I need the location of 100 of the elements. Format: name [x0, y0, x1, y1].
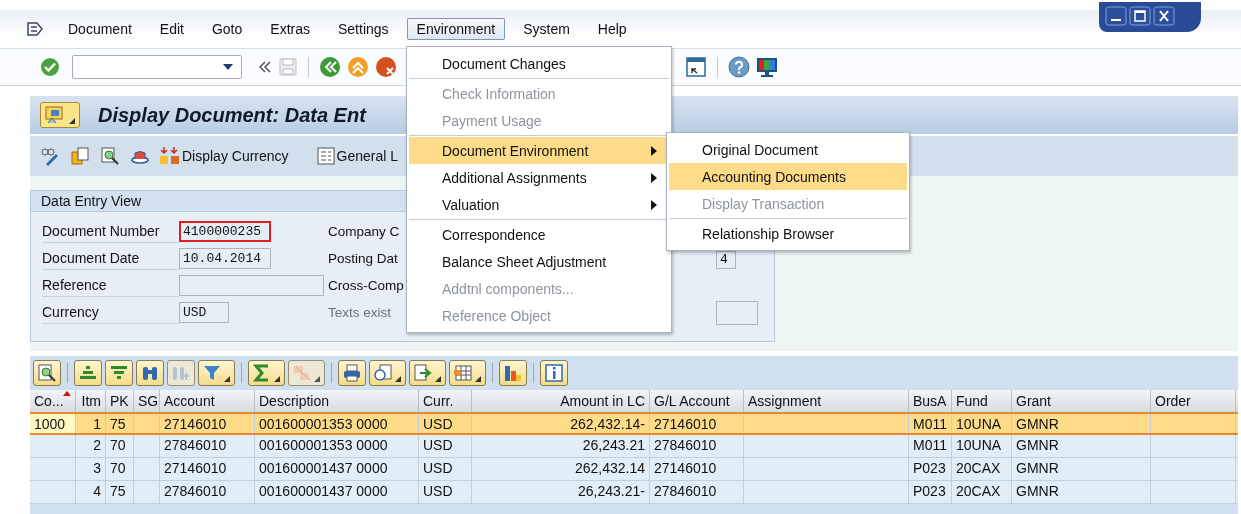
table-cell: 10UNA — [956, 437, 1002, 453]
menu-icon[interactable] — [26, 21, 44, 37]
maximize-icon[interactable] — [1129, 6, 1151, 26]
table-row[interactable]: 4 75 27846010 001600001437 0000 USD 26,243.21- 27846010 P023 20CAX GMNR — [30, 481, 1238, 504]
menu-item[interactable]: Environment — [406, 18, 506, 40]
table-cell: 1 — [93, 416, 101, 432]
caret-icon — [435, 376, 441, 382]
info-icon — [545, 364, 563, 382]
toolbar-button[interactable] — [33, 360, 61, 386]
caret-icon — [274, 376, 280, 382]
table-cell: USD — [423, 437, 453, 453]
input-field[interactable]: 10.04.2014 — [179, 248, 271, 269]
menu-item[interactable]: Relationship Browser — [669, 220, 907, 247]
checkmark-icon[interactable] — [40, 57, 60, 77]
table-row[interactable]: 1000 1 75 27146010 001600001353 0000 USD 262,432.14- 27146010 M011 10UNA GMNR — [30, 412, 1238, 435]
input-field[interactable]: 4100000235 — [179, 221, 271, 242]
field-label: Posting Dat — [328, 249, 399, 268]
menu-item[interactable]: Balance Sheet Adjustment — [409, 248, 669, 275]
menu-button[interactable] — [40, 102, 80, 128]
menu-item[interactable]: Edit — [149, 18, 194, 40]
toolbar-button[interactable] — [449, 360, 486, 386]
menu-item[interactable]: Document Changes — [409, 50, 669, 77]
toolbar-button[interactable] — [499, 360, 527, 386]
toolbar-button[interactable] — [105, 360, 133, 386]
cancel-icon[interactable] — [375, 56, 397, 78]
toolbar-button[interactable] — [540, 360, 568, 386]
caret-icon — [395, 376, 401, 382]
field-label: Company C — [328, 222, 401, 241]
table-cell: GMNR — [1016, 460, 1059, 476]
monitor-icon[interactable] — [756, 56, 778, 78]
caret-icon — [314, 376, 320, 382]
glasses-pencil-icon[interactable] — [40, 146, 60, 166]
export-icon — [414, 364, 432, 382]
table-cell: 27146010 — [654, 460, 717, 476]
caret-icon — [69, 118, 75, 124]
sort-ascending-icon — [79, 364, 97, 382]
menu-item[interactable]: Extras — [260, 18, 320, 40]
documents-icon[interactable] — [70, 146, 90, 166]
toolbar-button[interactable] — [198, 360, 235, 386]
caret-icon — [224, 376, 230, 382]
help-icon[interactable] — [728, 56, 750, 78]
minimize-icon[interactable] — [1105, 6, 1127, 26]
table-cell: 27846010 — [654, 437, 717, 453]
input-field[interactable]: USD — [179, 302, 229, 323]
toolbar-button[interactable] — [338, 360, 366, 386]
menu-item[interactable]: Document — [58, 18, 142, 40]
table-cell: 70 — [110, 460, 126, 476]
magnifier-document-icon[interactable] — [100, 146, 120, 166]
dropdown-icon[interactable] — [223, 64, 233, 70]
table-cell: P023 — [913, 483, 946, 499]
table-cell: USD — [423, 483, 453, 499]
close-icon[interactable] — [1153, 6, 1175, 26]
menu-item[interactable]: Settings — [328, 18, 399, 40]
table-cell: 20CAX — [956, 460, 1001, 476]
input-field[interactable]: 4 — [716, 251, 736, 269]
table-row[interactable]: 2 70 27846010 001600001353 0000 USD 26,243.21 27846010 M011 10UNA GMNR — [30, 435, 1238, 458]
display-currency-button[interactable]: Display Currency — [160, 147, 289, 165]
back-icon[interactable] — [319, 56, 341, 78]
table-cell: P023 — [913, 460, 946, 476]
table-cell: 27846010 — [164, 483, 227, 499]
table-cell: 27146010 — [164, 416, 227, 432]
menu-item[interactable]: Original Document — [669, 136, 907, 163]
double-chevron-icon[interactable] — [258, 61, 272, 73]
table-cell: 10UNA — [956, 416, 1002, 432]
menu-item[interactable]: System — [513, 18, 580, 40]
table-cell: 001600001353 0000 — [259, 416, 388, 432]
toolbar-button[interactable] — [136, 360, 164, 386]
table-cell: 001600001437 0000 — [259, 460, 388, 476]
toolbar-button[interactable] — [369, 360, 406, 386]
menu-item[interactable]: Document Environment — [409, 137, 669, 164]
menu-item[interactable]: Accounting Documents — [669, 163, 907, 190]
toolbar-button[interactable] — [248, 360, 285, 386]
input-field[interactable] — [716, 301, 758, 325]
bar-chart-icon — [504, 364, 522, 382]
input-field[interactable] — [179, 275, 324, 296]
menu-item[interactable]: Correspondence — [409, 221, 669, 248]
table-cell: 27846010 — [164, 437, 227, 453]
general-ledger-button[interactable]: General L — [316, 147, 399, 165]
table-cell: USD — [423, 416, 453, 432]
binoculars-icon — [141, 364, 159, 382]
command-field[interactable] — [72, 55, 242, 79]
table-cell: 001600001353 0000 — [259, 437, 388, 453]
table-cell: 262,432.14 — [574, 460, 645, 476]
binoculars-plus-icon — [172, 364, 190, 382]
table-cell: 1000 — [34, 416, 66, 432]
sum-icon — [253, 364, 271, 382]
subtotal-icon — [293, 364, 311, 382]
menu-item[interactable]: Additional Assignments — [409, 164, 669, 191]
table-cell: 26,243.21- — [578, 483, 645, 499]
table-row[interactable]: 3 70 27146010 001600001437 0000 USD 262,432.14 27146010 P023 20CAX GMNR — [30, 458, 1238, 481]
menu-item[interactable]: Goto — [201, 18, 253, 40]
menu-item[interactable]: Help — [587, 18, 637, 40]
toolbar-button[interactable] — [74, 360, 102, 386]
toolbar-button[interactable] — [409, 360, 446, 386]
screen-title: Display Document: Data Ent — [98, 103, 366, 127]
grid-icon — [454, 364, 472, 382]
table-cell: GMNR — [1016, 416, 1059, 432]
table-cell: 2 — [93, 437, 101, 453]
sort-descending-icon — [110, 364, 128, 382]
new-window-icon[interactable] — [685, 56, 707, 78]
